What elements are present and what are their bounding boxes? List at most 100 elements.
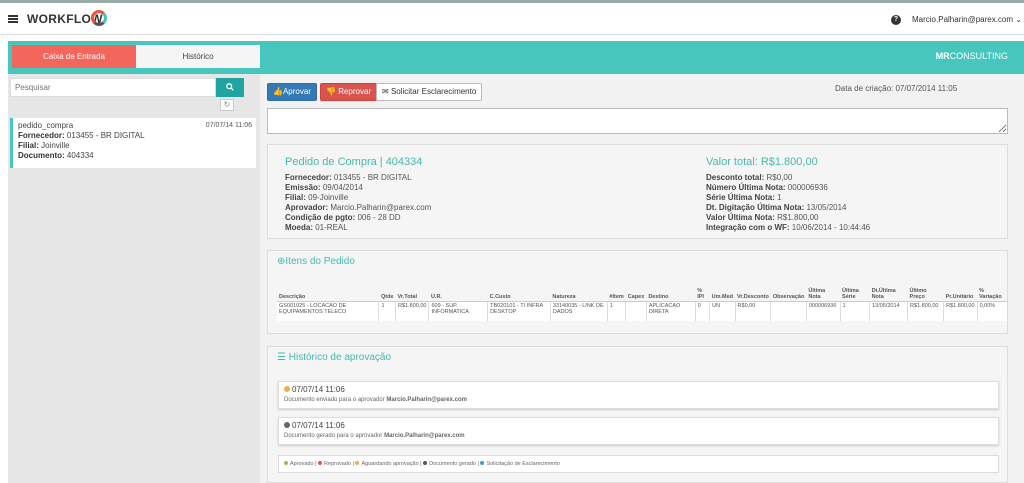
- legend-dot-icon: [480, 461, 485, 465]
- table-cell: GS001025 - LOCACAO DE EQUIPAMENTOS TELEC…: [277, 301, 380, 321]
- creation-date: Data de criação: 07/07/2014 11:05: [835, 84, 958, 93]
- table-cell: 1: [840, 301, 871, 321]
- history-desc: Documento enviado para o aprovador Marci…: [284, 397, 993, 403]
- item-date: 07/07/14 11:06: [205, 122, 252, 129]
- legend-dot-icon: [355, 461, 360, 465]
- thumbs-up-icon: 👍: [273, 87, 283, 96]
- status-dot-icon: [284, 386, 290, 392]
- column-header: Capex: [625, 279, 647, 302]
- column-header: Último Preço: [907, 279, 944, 302]
- field-row: Fornecedor: 013455 - BR DIGITAL: [285, 173, 431, 183]
- comment-field[interactable]: [267, 108, 1008, 134]
- table-cell: UN: [709, 301, 736, 321]
- field-label: Aprovador:: [285, 203, 329, 212]
- column-header: % Variação: [977, 279, 1008, 302]
- table-row[interactable]: GS001025 - LOCACAO DE EQUIPAMENTOS TELEC…: [277, 301, 1009, 321]
- history-action: Documento enviado para o aprovador: [284, 397, 385, 403]
- legend-label: Aguardando aprovação: [361, 461, 419, 467]
- field-row: Filial: 09-Joinville: [285, 193, 431, 203]
- document-value: 404334: [66, 151, 94, 160]
- clarify-button[interactable]: ✉ Solicitar Esclarecimento: [376, 83, 483, 101]
- field-value: 09-Joinville: [308, 193, 349, 202]
- column-header: Destino: [646, 279, 696, 302]
- tab-history[interactable]: Histórico: [136, 45, 260, 68]
- supplier-label: Fornecedor:: [18, 131, 65, 140]
- column-header: Dt.Última Nota: [869, 279, 908, 302]
- column-header: #Item: [607, 279, 626, 302]
- branch-value: Joinville: [41, 141, 70, 150]
- table-cell: 13/05/2014: [869, 301, 909, 321]
- field-label: Desconto total:: [706, 173, 765, 182]
- field-label: Moeda:: [285, 223, 313, 232]
- search-icon: [226, 83, 234, 91]
- legend-label: Documento gerado: [429, 461, 476, 467]
- column-header: Descrição: [277, 279, 379, 302]
- field-row: Número Última Nota: 000006936: [706, 183, 870, 193]
- field-value: R$1.800,00: [777, 213, 819, 222]
- history-action: Documento gerado para o aprovador: [284, 433, 383, 439]
- field-value: 1: [777, 193, 782, 202]
- search-button[interactable]: [216, 78, 244, 97]
- table-cell: TB020101 - TI INFRA DESKTOP: [487, 301, 551, 321]
- approve-label: Aprovar: [282, 87, 311, 96]
- items-title-text: Itens do Pedido: [285, 256, 355, 267]
- field-row: Aprovador: Marcio.Palharin@parex.com: [285, 203, 431, 213]
- field-value: 006 - 28 DD: [357, 213, 401, 222]
- history-user: Marcio.Palharin@parex.com: [386, 397, 467, 403]
- field-row: Desconto total: R$0,00: [706, 173, 870, 183]
- table-header: Descrição Qtde Vr.Total U.R. C.Custo Natureza…: [277, 279, 1008, 302]
- thumbs-down-icon: 👎: [326, 87, 336, 96]
- legend-dot-icon: [318, 461, 323, 465]
- reject-label: Reprovar: [338, 87, 372, 96]
- history-time: 07/07/14 11:06: [292, 385, 345, 394]
- tab-inbox[interactable]: Caixa de Entrada: [12, 45, 136, 68]
- table-cell: R$1.800,00: [395, 301, 430, 321]
- legend-label: Solicitação de Esclarecimento: [486, 461, 560, 467]
- total-title: Valor total: R$1.800,00: [706, 156, 818, 168]
- status-legend: Aprovado | Reprovado | Aguardando aprova…: [278, 455, 999, 473]
- column-header: Um.Med: [709, 279, 736, 302]
- approve-button[interactable]: 👍Aprovar: [267, 83, 317, 101]
- field-row: Série Última Nota: 1: [706, 193, 870, 203]
- column-header: Pr.Unitário: [943, 279, 978, 302]
- legend-dot-icon: [423, 461, 428, 465]
- reject-button[interactable]: 👎 Reprovar: [320, 83, 378, 101]
- field-value: 13/05/2014: [806, 203, 847, 212]
- table-cell: 0: [695, 301, 711, 321]
- sidebar: Caixa de Entrada Histórico ↻ pedido_comp…: [8, 41, 260, 483]
- field-label: Filial:: [285, 193, 306, 202]
- search-row: [10, 78, 244, 97]
- order-fields: Fornecedor: 013455 - BR DIGITAL Emissão: …: [285, 173, 431, 233]
- search-input[interactable]: [10, 78, 216, 97]
- table-cell: 1: [378, 301, 397, 321]
- table-cell: 1: [607, 301, 627, 321]
- legend-label: Reprovado: [324, 461, 351, 467]
- column-header: Última Série: [840, 279, 870, 302]
- column-header: Natureza: [550, 279, 608, 302]
- field-value: 10/06/2014 - 10:44:46: [791, 223, 871, 232]
- history-user: Marcio.Palharin@parex.com: [384, 433, 465, 439]
- help-icon[interactable]: ?: [891, 15, 901, 25]
- history-panel: ☰ Histórico de aprovação 07/07/14 11:06 D…: [267, 346, 1008, 483]
- menu-icon[interactable]: [8, 15, 18, 23]
- history-title-text: Histórico de aprovação: [288, 352, 392, 363]
- items-panel: ⊕Itens do Pedido Descrição Qtde Vr.Total U.…: [267, 250, 1009, 334]
- table-body: GS001025 - LOCACAO DE EQUIPAMENTOS TELEC…: [277, 301, 1009, 321]
- document-label: Documento:: [18, 151, 65, 160]
- field-row: Moeda: 01-REAL: [285, 223, 431, 233]
- history-when: 07/07/14 11:06: [284, 421, 993, 430]
- order-title: Pedido de Compra | 404334: [285, 156, 423, 168]
- field-label: Valor Última Nota:: [706, 213, 775, 222]
- column-header: C.Custo: [487, 279, 551, 302]
- history-when: 07/07/14 11:06: [284, 385, 993, 394]
- list-item[interactable]: pedido_compra 07/07/14 11:06 Fornecedor:…: [10, 118, 256, 168]
- user-menu[interactable]: Marcio.Palharin@parex.com ⌄: [912, 15, 1022, 24]
- table-cell: 0,00%: [977, 301, 1009, 321]
- bars-icon: ☰: [277, 352, 286, 363]
- column-header: Vr.Total: [395, 279, 429, 302]
- refresh-button[interactable]: ↻: [220, 99, 234, 111]
- field-value: 000006936: [787, 183, 828, 192]
- main-header: MRCONSULTING: [260, 41, 1024, 74]
- field-value: 01-REAL: [315, 223, 348, 232]
- field-label: Condição de pgto:: [285, 213, 356, 222]
